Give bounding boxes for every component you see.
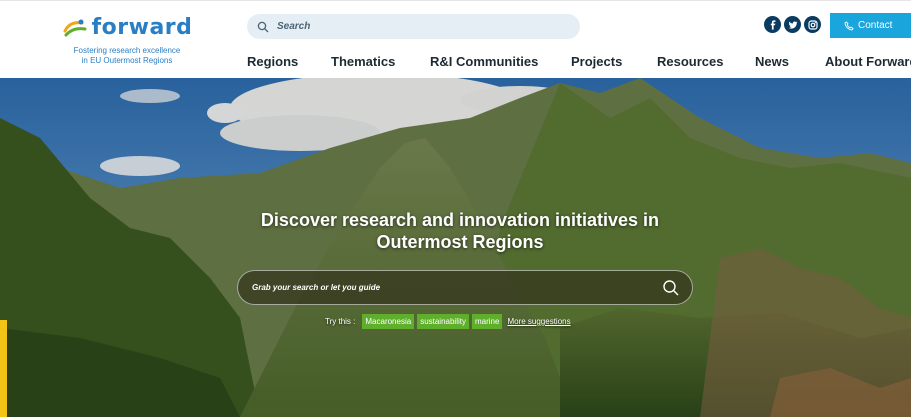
nav-item-resources[interactable]: Resources xyxy=(657,54,723,69)
nav-item-news[interactable]: News xyxy=(755,54,789,69)
hero-headline: Discover research and innovation initiat… xyxy=(260,210,660,252)
nav-item-thematics[interactable]: Thematics xyxy=(331,54,395,69)
search-icon[interactable] xyxy=(662,279,680,297)
instagram-icon[interactable] xyxy=(804,16,821,33)
social-links xyxy=(764,16,821,33)
main-nav: Regions Thematics R&I Communities Projec… xyxy=(0,54,911,70)
suggestion-tag-marine[interactable]: marine xyxy=(472,314,503,329)
nav-item-about-forward[interactable]: About Forward xyxy=(825,54,911,69)
nav-item-regions[interactable]: Regions xyxy=(247,54,298,69)
accent-bar xyxy=(0,320,7,417)
suggestion-tag-macaronesia[interactable]: Macaronesia xyxy=(362,314,415,329)
header-search[interactable] xyxy=(247,14,580,39)
search-suggestions: Try this : Macaronesia sustainability ma… xyxy=(325,314,571,329)
search-icon xyxy=(257,21,269,32)
contact-button[interactable]: Contact xyxy=(830,13,911,38)
nav-item-projects[interactable]: Projects xyxy=(571,54,622,69)
logo-wordmark: forward xyxy=(91,15,193,40)
hero-search-input[interactable] xyxy=(252,283,652,292)
more-suggestions-link[interactable]: More suggestions xyxy=(507,317,570,326)
nav-item-ri-communities[interactable]: R&I Communities xyxy=(430,54,538,69)
try-label: Try this : xyxy=(325,317,356,326)
hero-search[interactable] xyxy=(237,270,693,305)
twitter-icon[interactable] xyxy=(784,16,801,33)
contact-label: Contact xyxy=(858,20,893,31)
facebook-icon[interactable] xyxy=(764,16,781,33)
search-input[interactable] xyxy=(277,21,537,32)
hero-section: Discover research and innovation initiat… xyxy=(0,78,911,417)
site-header: forward Fostering research excellence in… xyxy=(0,0,911,78)
phone-icon xyxy=(844,20,854,30)
suggestion-tag-sustainability[interactable]: sustainability xyxy=(417,314,469,329)
logo-mark-icon xyxy=(63,19,87,37)
